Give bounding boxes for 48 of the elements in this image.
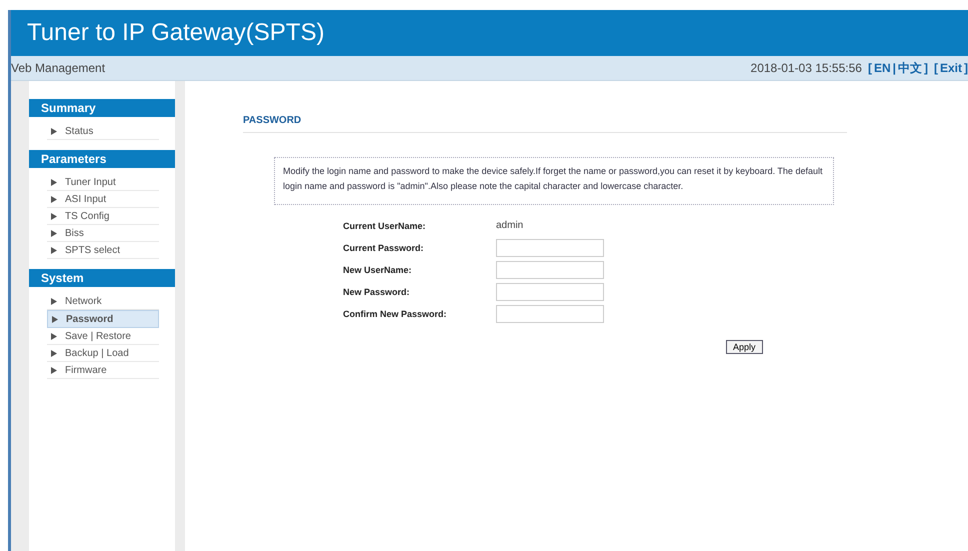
input-field[interactable]: [496, 261, 604, 279]
section-header: System: [29, 269, 175, 287]
apply-button[interactable]: Apply: [726, 340, 763, 354]
bracket: ]: [924, 61, 928, 75]
notice-text: Modify the login name and password to make the device safely.If forget the name or password,you can reset it by keyboard. The default login name and password is "admin".Also please note the capital character and lowercase character.: [274, 157, 834, 205]
language-link[interactable]: EN: [874, 61, 891, 75]
input-field[interactable]: [496, 239, 604, 257]
triangle-icon: [52, 316, 58, 322]
field-label: Current UserName:: [343, 221, 427, 231]
page-title: PASSWORD: [243, 115, 847, 133]
section-header: Parameters: [29, 150, 175, 168]
sidebar-item[interactable]: SPTS select: [47, 242, 159, 259]
triangle-icon: [51, 212, 57, 220]
sidebar-item[interactable]: Firmware: [47, 362, 159, 379]
separator: |: [892, 61, 896, 75]
triangle-icon: [51, 246, 57, 254]
input-field[interactable]: [496, 305, 604, 323]
sidebar-item[interactable]: TS Config: [47, 208, 159, 225]
bracket: [: [868, 61, 872, 75]
exit-link[interactable]: Exit: [940, 61, 962, 75]
sidebar-item[interactable]: Backup | Load: [47, 345, 159, 362]
triangle-icon: [51, 196, 57, 202]
bracket: [: [934, 61, 938, 75]
sidebar-item[interactable]: Biss: [47, 225, 159, 242]
triangle-icon: [51, 366, 57, 374]
triangle-icon: [51, 230, 57, 236]
field-label: New UserName:: [343, 265, 413, 275]
bracket: ]: [964, 61, 968, 75]
sidebar-item[interactable]: Save | Restore: [47, 328, 159, 345]
input-field[interactable]: [496, 283, 604, 301]
section-header: Summary: [29, 99, 175, 117]
subheader-label: Veb Management: [11, 61, 106, 75]
triangle-icon: [51, 128, 57, 134]
sidebar-item[interactable]: ASI Input: [47, 191, 159, 208]
sidebar-item[interactable]: Tuner Input: [47, 174, 159, 191]
triangle-icon: [51, 332, 57, 340]
field-value: admin: [496, 219, 524, 233]
field-label: Confirm New Password:: [343, 309, 448, 319]
sidebar-item[interactable]: Password: [47, 310, 159, 328]
language-link[interactable]: 中文: [898, 60, 922, 76]
field-label: New Password:: [343, 287, 411, 297]
field-label: Current Password:: [343, 243, 425, 253]
datetime: 2018-01-03 15:55:56: [750, 61, 862, 75]
triangle-icon: [51, 178, 57, 186]
app-title: Tuner to IP Gateway(SPTS): [27, 19, 324, 47]
sidebar-item[interactable]: Status: [47, 123, 159, 140]
triangle-icon: [51, 298, 57, 304]
triangle-icon: [51, 350, 57, 356]
